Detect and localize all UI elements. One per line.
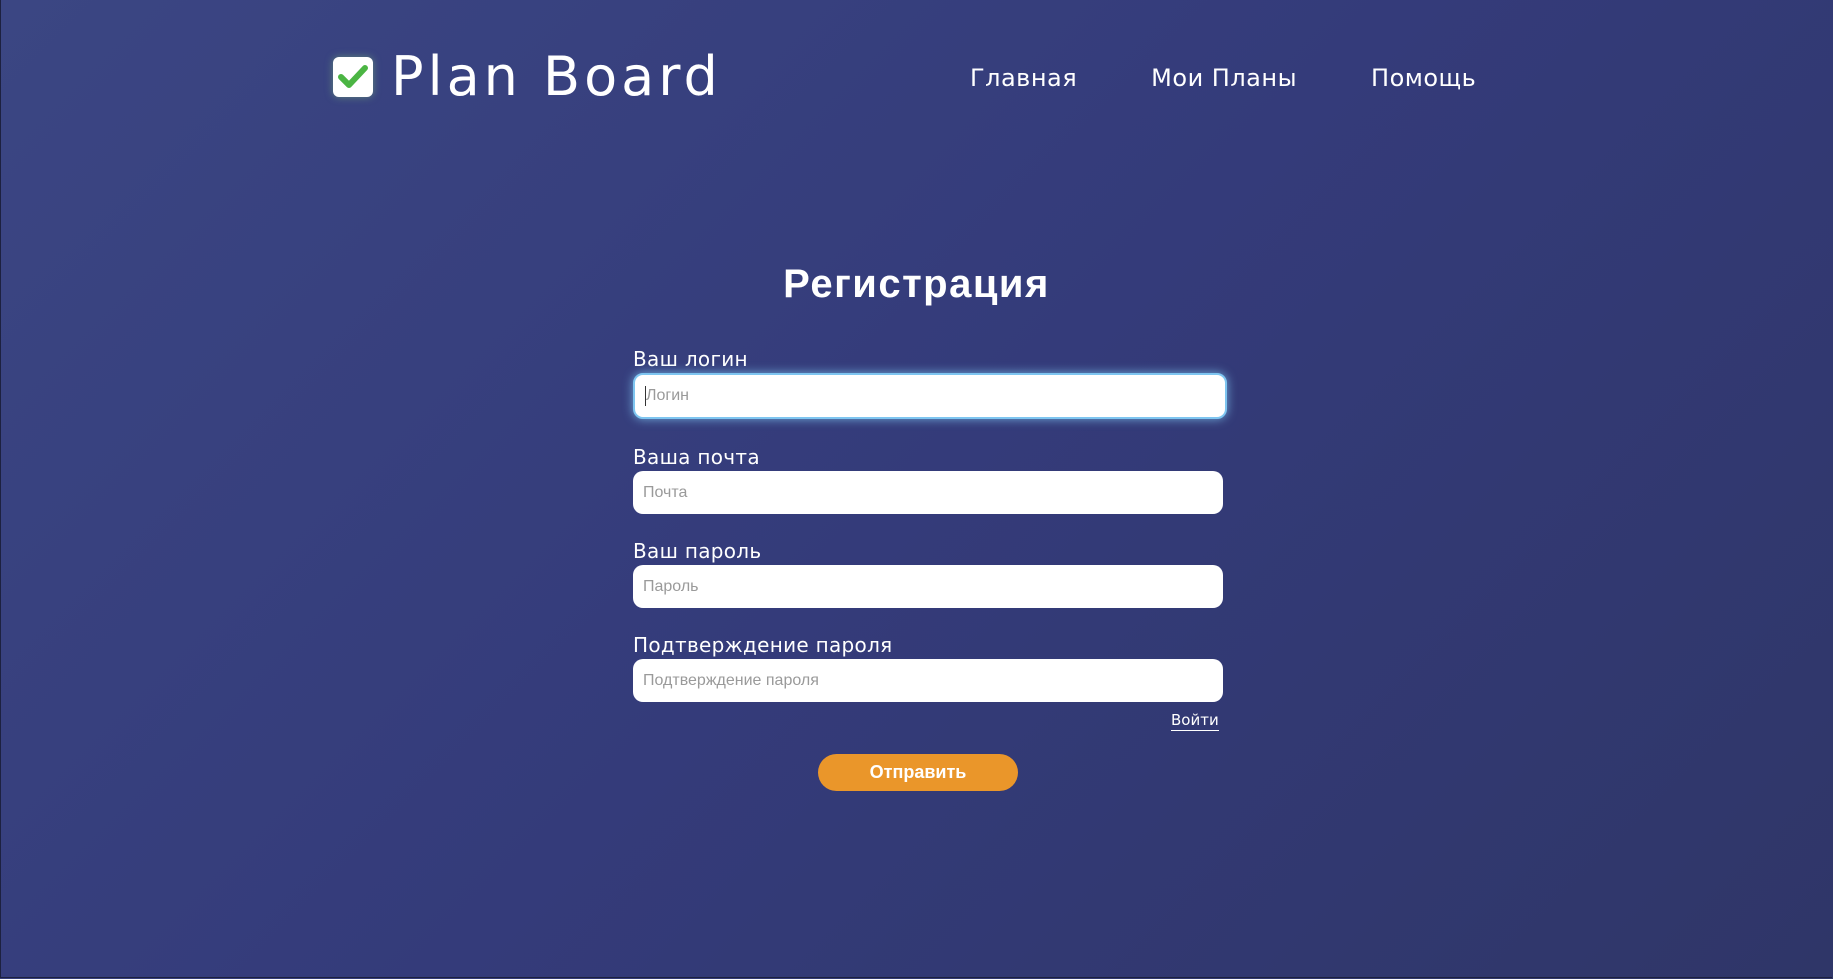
brand-name: Plan Board [391, 45, 722, 108]
submit-button[interactable]: Отправить [818, 754, 1018, 791]
confirm-password-field-group: Подтверждение пароля [633, 632, 1223, 702]
nav-link-my-plans[interactable]: Мои Планы [1151, 60, 1297, 96]
login-label: Ваш логин [633, 347, 748, 371]
main-nav: Главная Мои Планы Помощь [970, 60, 1476, 96]
password-input[interactable] [633, 565, 1223, 608]
nav-link-help[interactable]: Помощь [1371, 60, 1476, 96]
login-field-group: Ваш логин [633, 346, 1227, 444]
text-caret [645, 386, 646, 406]
email-input[interactable] [633, 471, 1223, 514]
brand-logo[interactable]: Plan Board [333, 44, 722, 110]
confirm-password-label: Подтверждение пароля [633, 633, 893, 657]
email-field-group: Ваша почта [633, 444, 1223, 538]
registration-form: Ваш логин Ваша почта Ваш пароль Подтверж… [633, 346, 1227, 702]
nav-link-home[interactable]: Главная [970, 60, 1077, 96]
login-input[interactable] [633, 373, 1227, 419]
page-title: Регистрация [783, 262, 1050, 306]
password-field-group: Ваш пароль [633, 538, 1223, 632]
email-label: Ваша почта [633, 445, 760, 469]
login-link[interactable]: Войти [1171, 710, 1219, 731]
password-label: Ваш пароль [633, 539, 762, 563]
checkbox-check-icon [333, 57, 373, 97]
confirm-password-input[interactable] [633, 659, 1223, 702]
